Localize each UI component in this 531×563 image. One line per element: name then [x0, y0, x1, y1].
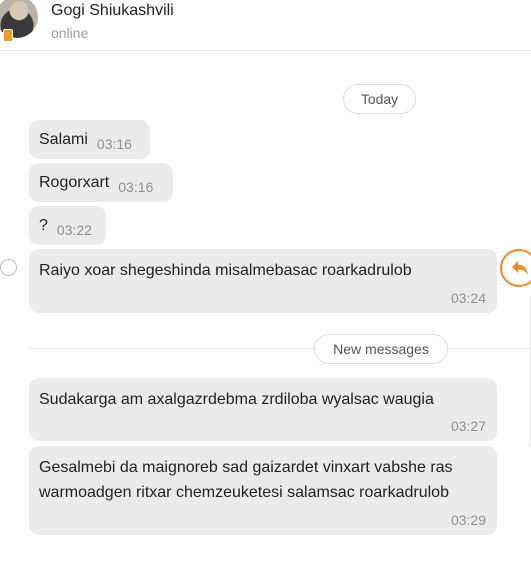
chat-header: Gogi Shiukashvili online — [0, 0, 531, 51]
message-bubble[interactable]: Gesalmebi da maignoreb sad gaizardet vin… — [29, 446, 497, 535]
message-text: ? — [39, 216, 48, 234]
message-text: Sudakarga am axalgazrdebma zrdiloba wyal… — [39, 391, 434, 408]
message-bubble[interactable]: Salami 03:16 — [29, 120, 150, 159]
select-circle-icon[interactable] — [0, 259, 17, 276]
contact-name[interactable]: Gogi Shiukashvili — [51, 2, 174, 20]
message-time: 03:16 — [96, 135, 132, 152]
reply-button[interactable] — [500, 249, 531, 287]
date-divider-label: Today — [360, 91, 399, 107]
message-time: 03:29 — [450, 512, 486, 528]
message-text: Salami — [39, 130, 88, 148]
new-messages-divider-line — [30, 348, 531, 349]
mobile-badge-icon — [3, 29, 13, 42]
message-time: 03:16 — [118, 178, 154, 195]
contact-status: online — [51, 25, 89, 41]
message-bubble[interactable]: Sudakarga am axalgazrdebma zrdiloba wyal… — [29, 378, 497, 441]
new-messages-divider: New messages — [314, 334, 448, 364]
message-text: Gesalmebi da maignoreb sad gaizardet vin… — [39, 459, 453, 501]
date-divider-today: Today — [343, 84, 416, 114]
message-time: 03:24 — [450, 290, 486, 306]
reply-arrow-icon — [512, 261, 528, 275]
message-time: 03:27 — [450, 418, 486, 434]
message-text: Raiyo xoar shegeshinda misalmebasac roar… — [39, 262, 412, 279]
message-text: Rogorxart — [39, 173, 110, 191]
message-bubble[interactable]: Raiyo xoar shegeshinda misalmebasac roar… — [29, 249, 497, 313]
message-bubble[interactable]: ? 03:22 — [29, 206, 106, 245]
message-time: 03:22 — [56, 221, 92, 238]
message-bubble[interactable]: Rogorxart 03:16 — [29, 163, 173, 202]
new-messages-label: New messages — [333, 341, 429, 357]
